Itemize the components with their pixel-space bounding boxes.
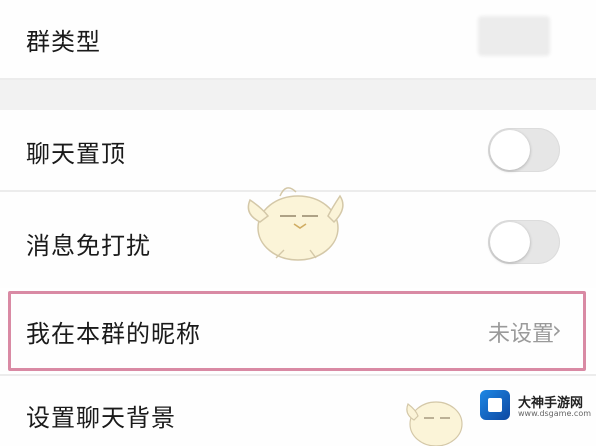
group-type-row[interactable]: 群类型 [0, 0, 596, 78]
watermark-url: www.dsgame.com [518, 409, 592, 418]
mascot-bird-watermark [247, 187, 344, 261]
group-type-value-blurred [478, 16, 550, 56]
toggle-knob [490, 222, 530, 262]
toggle-knob [490, 130, 530, 170]
section-gap [0, 80, 596, 110]
pin-chat-toggle[interactable] [488, 128, 560, 172]
watermark-brand: 大神手游网 www.dsgame.com [480, 390, 592, 420]
pin-chat-label: 聊天置顶 [26, 140, 126, 168]
brand-logo-icon [480, 390, 510, 420]
mute-label: 消息免打扰 [26, 232, 151, 260]
mute-toggle[interactable] [488, 220, 560, 264]
mascot-bird-watermark-small [406, 401, 463, 446]
group-type-label: 群类型 [26, 28, 101, 56]
highlight-frame [8, 291, 586, 371]
chat-background-label: 设置聊天背景 [26, 404, 176, 432]
